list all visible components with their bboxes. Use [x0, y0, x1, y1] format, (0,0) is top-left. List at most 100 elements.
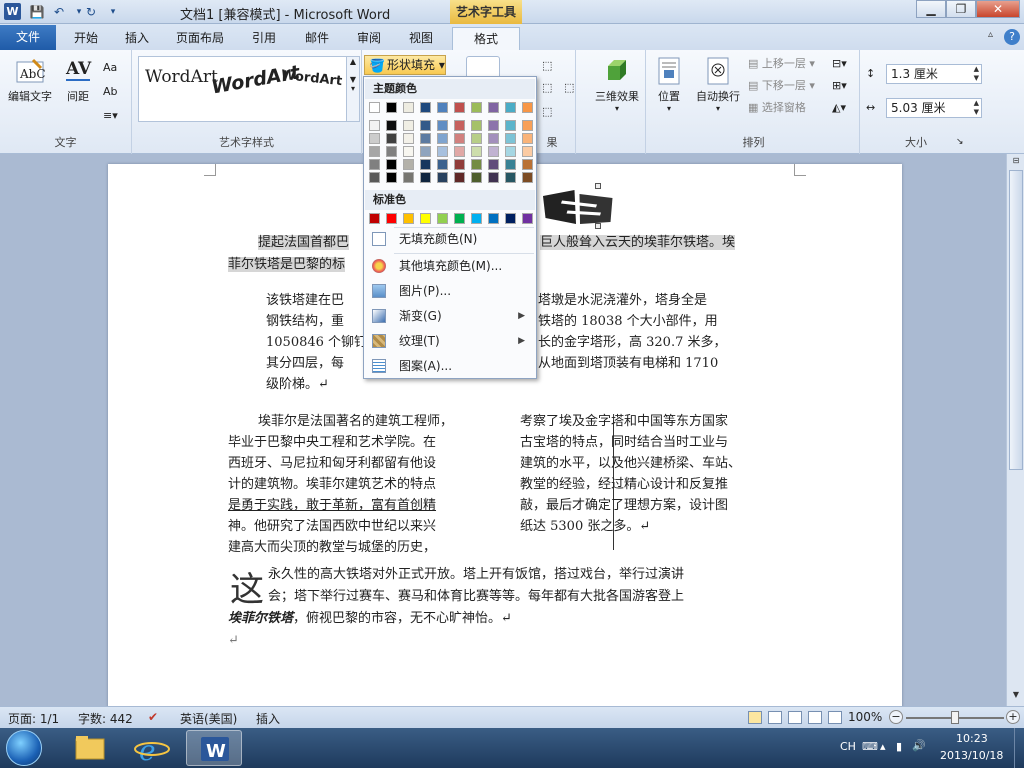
- picture-fill-item[interactable]: 图片(P)...: [365, 279, 535, 303]
- zoom-slider-thumb[interactable]: [951, 711, 959, 724]
- theme-color-shade-swatch[interactable]: [505, 159, 516, 170]
- start-button[interactable]: [6, 730, 42, 766]
- theme-color-swatch[interactable]: [488, 102, 499, 113]
- theme-color-shade-swatch[interactable]: [369, 146, 380, 157]
- theme-color-shade-swatch[interactable]: [454, 146, 465, 157]
- theme-color-swatch[interactable]: [369, 102, 380, 113]
- theme-color-shade-swatch[interactable]: [471, 133, 482, 144]
- theme-color-shade-swatch[interactable]: [369, 159, 380, 170]
- theme-color-shade-swatch[interactable]: [420, 159, 431, 170]
- bring-forward-button[interactable]: ▤ 上移一层 ▾: [748, 54, 815, 74]
- scrollbar-thumb[interactable]: [1009, 170, 1023, 470]
- theme-color-shade-swatch[interactable]: [522, 159, 533, 170]
- full-screen-reading-view-icon[interactable]: [768, 711, 782, 724]
- pattern-fill-item[interactable]: 图案(A)...: [365, 354, 535, 378]
- no-fill-item[interactable]: 无填充颜色(N): [365, 227, 535, 251]
- minimize-ribbon-icon[interactable]: ▵: [988, 29, 993, 40]
- theme-color-shade-swatch[interactable]: [522, 146, 533, 157]
- send-backward-button[interactable]: ▤ 下移一层 ▾: [748, 76, 815, 96]
- tab-review[interactable]: 审阅: [346, 27, 392, 50]
- scroll-down-icon[interactable]: ▼: [1009, 688, 1023, 702]
- theme-color-shade-swatch[interactable]: [437, 146, 448, 157]
- theme-color-shade-swatch[interactable]: [403, 120, 414, 131]
- outline-view-icon[interactable]: [808, 711, 822, 724]
- wordart-style-1[interactable]: WordArt: [145, 67, 218, 87]
- close-button[interactable]: ✕: [976, 0, 1020, 18]
- minimize-button[interactable]: ▁: [916, 0, 946, 18]
- theme-color-shade-swatch[interactable]: [488, 120, 499, 131]
- theme-color-shade-swatch[interactable]: [420, 133, 431, 144]
- group-objects-icon[interactable]: ⊞▾: [832, 76, 847, 96]
- zoom-out-button[interactable]: −: [889, 710, 903, 724]
- shape-width-input[interactable]: 5.03 厘米 ▲ ▼: [886, 98, 982, 118]
- selection-pane-button[interactable]: ▦ 选择窗格: [748, 98, 806, 118]
- tab-mailings[interactable]: 邮件: [294, 27, 340, 50]
- wrap-text-button[interactable]: 自动换行 ▾: [692, 56, 744, 113]
- vertical-text-icon[interactable]: Ab: [103, 82, 118, 102]
- taskbar-word[interactable]: W: [186, 730, 242, 766]
- standard-color-swatch[interactable]: [386, 213, 397, 224]
- theme-color-shade-swatch[interactable]: [403, 172, 414, 183]
- ruler-toggle-icon[interactable]: ⊟: [1009, 154, 1023, 168]
- save-icon[interactable]: 💾: [28, 3, 46, 21]
- shape-fill-button[interactable]: 🪣 形状填充 ▾: [364, 55, 446, 75]
- insert-mode[interactable]: 插入: [256, 710, 280, 727]
- vertical-scrollbar[interactable]: ⊟ ▼: [1006, 154, 1024, 706]
- draft-view-icon[interactable]: [828, 711, 842, 724]
- theme-color-shade-swatch[interactable]: [454, 120, 465, 131]
- restore-button[interactable]: ❐: [946, 0, 976, 18]
- theme-color-shade-swatch[interactable]: [505, 120, 516, 131]
- proofing-icon[interactable]: ✔: [148, 710, 158, 724]
- tab-home[interactable]: 开始: [62, 27, 110, 50]
- theme-color-shade-swatch[interactable]: [488, 172, 499, 183]
- theme-color-shade-swatch[interactable]: [403, 146, 414, 157]
- tray-expand-icon[interactable]: ▴: [880, 740, 886, 753]
- theme-color-shade-swatch[interactable]: [386, 159, 397, 170]
- standard-color-swatch[interactable]: [488, 213, 499, 224]
- volume-icon[interactable]: 🔊: [912, 739, 926, 752]
- standard-color-swatch[interactable]: [437, 213, 448, 224]
- print-layout-view-icon[interactable]: [748, 711, 762, 724]
- customize-qat-icon[interactable]: ▾: [104, 3, 122, 21]
- theme-color-swatch[interactable]: [403, 102, 414, 113]
- theme-color-shade-swatch[interactable]: [522, 133, 533, 144]
- web-layout-view-icon[interactable]: [788, 711, 802, 724]
- show-desktop-button[interactable]: [1014, 728, 1024, 768]
- theme-color-shade-swatch[interactable]: [505, 133, 516, 144]
- standard-color-swatch[interactable]: [420, 213, 431, 224]
- undo-icon[interactable]: ↶: [50, 3, 68, 21]
- align-objects-icon[interactable]: ⊟▾: [832, 54, 847, 74]
- theme-color-shade-swatch[interactable]: [437, 172, 448, 183]
- page-count[interactable]: 页面: 1/1: [8, 710, 59, 727]
- theme-color-shade-swatch[interactable]: [488, 133, 499, 144]
- standard-color-swatch[interactable]: [505, 213, 516, 224]
- theme-color-shade-swatch[interactable]: [386, 133, 397, 144]
- resize-handle-top-right[interactable]: [595, 183, 601, 189]
- gallery-scroll[interactable]: ▲ ▼ ▾: [346, 57, 359, 121]
- theme-color-shade-swatch[interactable]: [437, 159, 448, 170]
- zoom-in-button[interactable]: +: [1006, 710, 1020, 724]
- theme-color-shade-swatch[interactable]: [420, 172, 431, 183]
- tab-format[interactable]: 格式: [452, 27, 520, 50]
- more-fill-colors-item[interactable]: 其他填充颜色(M)...: [365, 254, 535, 278]
- theme-color-shade-swatch[interactable]: [386, 146, 397, 157]
- redo-icon[interactable]: ↻: [82, 3, 100, 21]
- standard-color-swatch[interactable]: [454, 213, 465, 224]
- even-height-icon[interactable]: Aa: [103, 58, 117, 78]
- texture-fill-item[interactable]: 纹理(T) ▶: [365, 329, 535, 353]
- theme-color-shade-swatch[interactable]: [369, 172, 380, 183]
- shape-height-input[interactable]: 1.3 厘米 ▲ ▼: [886, 64, 982, 84]
- theme-color-shade-swatch[interactable]: [420, 146, 431, 157]
- wordart-object[interactable]: [535, 188, 625, 228]
- theme-color-swatch[interactable]: [505, 102, 516, 113]
- theme-color-shade-swatch[interactable]: [471, 120, 482, 131]
- standard-color-swatch[interactable]: [471, 213, 482, 224]
- theme-color-shade-swatch[interactable]: [420, 120, 431, 131]
- theme-color-swatch[interactable]: [437, 102, 448, 113]
- wordart-style-3[interactable]: WordArt: [280, 68, 342, 89]
- word-count[interactable]: 字数: 442: [78, 710, 133, 727]
- theme-color-swatch[interactable]: [386, 102, 397, 113]
- spacing-button[interactable]: AV 间距: [58, 56, 98, 104]
- theme-color-shade-swatch[interactable]: [403, 133, 414, 144]
- clock-date[interactable]: 2013/10/18: [940, 749, 1003, 762]
